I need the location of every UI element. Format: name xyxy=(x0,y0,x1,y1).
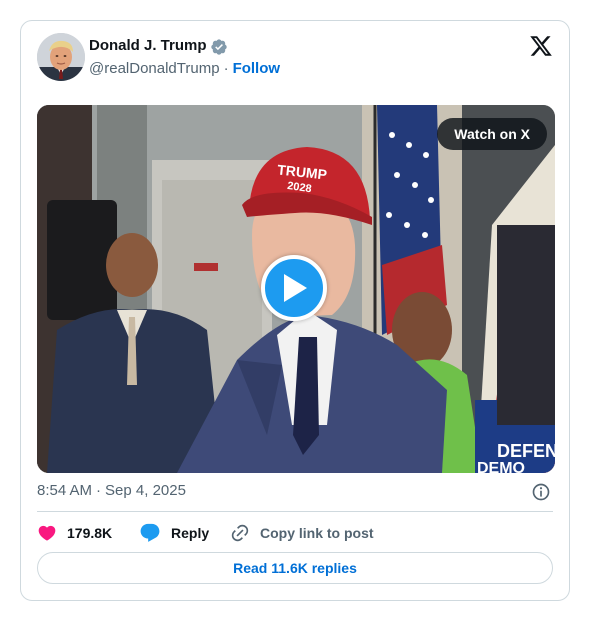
post-timestamp[interactable]: 8:54 AM · Sep 4, 2025 xyxy=(37,482,186,499)
copy-link-label: Copy link to post xyxy=(260,525,374,541)
reply-label: Reply xyxy=(171,525,210,541)
heart-icon xyxy=(38,525,56,541)
divider xyxy=(37,511,553,512)
author-avatar[interactable] xyxy=(37,33,85,81)
post-time: 8:54 AM xyxy=(37,482,93,499)
author-handle[interactable]: @realDonaldTrump xyxy=(89,60,220,77)
separator-dot: · xyxy=(223,60,229,77)
x-logo-icon[interactable] xyxy=(529,34,553,58)
reply-button[interactable]: Reply xyxy=(139,521,209,545)
info-icon[interactable] xyxy=(531,482,551,502)
post-actions: 179.8K Reply Copy link to post xyxy=(37,521,553,545)
video-thumbnail[interactable]: DEFEN DEMO TRUMP 2028 Watch on X xyxy=(37,105,555,473)
embedded-post-card: Donald J. Trump @realDonaldTrump · Follow xyxy=(20,20,570,601)
follow-link[interactable]: Follow xyxy=(233,60,281,77)
verified-badge-icon xyxy=(211,39,227,55)
watch-on-x-button[interactable]: Watch on X xyxy=(437,118,547,150)
author-name[interactable]: Donald J. Trump xyxy=(89,37,207,54)
avatar-image xyxy=(37,33,85,81)
timestamp-separator: · xyxy=(96,482,102,499)
sign-text-1: DEFEN xyxy=(497,441,555,461)
like-count: 179.8K xyxy=(67,525,113,541)
like-button[interactable]: 179.8K xyxy=(37,521,112,545)
sign-text-2: DEMO xyxy=(477,460,525,473)
play-button[interactable] xyxy=(261,255,327,321)
speech-bubble-icon xyxy=(140,523,160,542)
play-icon xyxy=(284,274,307,302)
copy-link-button[interactable]: Copy link to post xyxy=(230,521,374,545)
author-handle-row: @realDonaldTrump · Follow xyxy=(89,60,280,77)
read-replies-button[interactable]: Read 11.6K replies xyxy=(37,552,553,584)
post-date: Sep 4, 2025 xyxy=(105,482,186,499)
link-icon xyxy=(231,524,249,542)
